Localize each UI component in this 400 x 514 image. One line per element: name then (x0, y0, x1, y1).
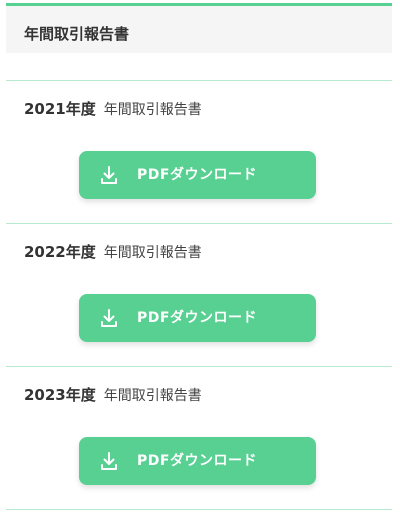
download-icon (101, 309, 117, 327)
report-name: 年間取引報告書 (103, 102, 202, 118)
report-heading: 2023年度 年間取引報告書 (24, 385, 202, 405)
annual-report-panel: 年間取引報告書 2021年度 年間取引報告書 PDFダウンロード 2022年度 年間… (6, 0, 392, 514)
download-icon (101, 452, 117, 470)
report-year: 2021年度 (24, 100, 96, 118)
download-icon (101, 166, 117, 184)
report-name: 年間取引報告書 (103, 388, 202, 404)
page-title: 年間取引報告書 (24, 25, 130, 43)
report-item-2021: 2021年度 年間取引報告書 PDFダウンロード (6, 81, 392, 223)
pdf-download-label: PDFダウンロード (137, 453, 257, 469)
divider (6, 509, 392, 510)
report-year: 2023年度 (24, 386, 96, 404)
pdf-download-label: PDFダウンロード (137, 167, 257, 183)
pdf-download-button[interactable]: PDFダウンロード (79, 437, 316, 485)
pdf-download-button[interactable]: PDFダウンロード (79, 294, 316, 342)
report-item-2023: 2023年度 年間取引報告書 PDFダウンロード (6, 367, 392, 509)
pdf-download-label: PDFダウンロード (137, 310, 257, 326)
panel-header: 年間取引報告書 (6, 3, 392, 53)
report-year: 2022年度 (24, 243, 96, 261)
report-heading: 2022年度 年間取引報告書 (24, 242, 202, 262)
report-name: 年間取引報告書 (103, 245, 202, 261)
report-heading: 2021年度 年間取引報告書 (24, 99, 202, 119)
pdf-download-button[interactable]: PDFダウンロード (79, 151, 316, 199)
report-item-2022: 2022年度 年間取引報告書 PDFダウンロード (6, 224, 392, 366)
